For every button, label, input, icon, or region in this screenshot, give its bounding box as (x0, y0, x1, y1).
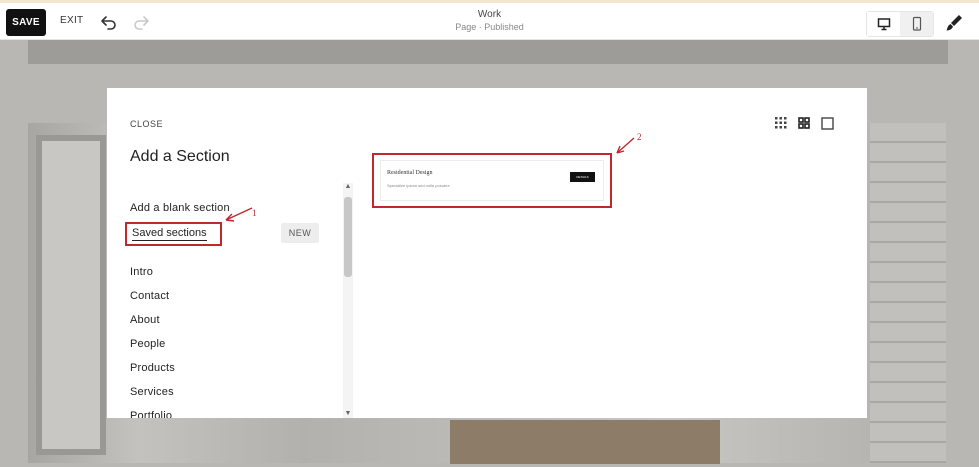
background-wall-image (870, 123, 946, 463)
scroll-thumb[interactable] (344, 197, 352, 277)
category-item-contact[interactable]: Contact (130, 290, 169, 302)
category-item-intro[interactable]: Intro (130, 266, 153, 278)
editor-toolbar: SAVE EXIT Work Page · Published (0, 0, 979, 40)
page-status: Page · Published (455, 22, 524, 32)
preview-heading: Residential Design (387, 170, 433, 176)
device-preview-toggle (866, 11, 934, 37)
background-cabinet-image (450, 420, 720, 464)
grid-large-view-button[interactable] (795, 114, 813, 132)
category-item-products[interactable]: Products (130, 362, 175, 374)
category-item-people[interactable]: People (130, 338, 165, 350)
desktop-icon (877, 18, 890, 31)
single-view-icon (820, 116, 834, 130)
category-scrollbar[interactable]: ▲ ▼ (343, 183, 353, 418)
mobile-icon (912, 16, 921, 31)
background-door-image (36, 135, 106, 455)
preview-button: DETAILS (570, 172, 595, 182)
add-section-modal: CLOSE Add a Section Add a blank section … (107, 88, 867, 418)
category-item-portfolio[interactable]: Portfolio (130, 410, 172, 418)
scroll-up-arrow-icon[interactable]: ▲ (343, 183, 353, 191)
background-header-image (28, 40, 948, 64)
annotation-arrow-1-icon (225, 207, 253, 222)
page-title: Work (477, 9, 502, 20)
saved-section-preview[interactable]: Residential Design Specialize ipsum sed … (372, 153, 612, 208)
style-brush-icon[interactable] (944, 13, 964, 33)
saved-sections-highlight: Saved sections (125, 222, 222, 246)
scroll-down-arrow-icon[interactable]: ▼ (343, 410, 353, 418)
annotation-arrow-2-icon (616, 137, 635, 154)
grid-large-icon (798, 117, 810, 129)
mobile-view-button[interactable] (900, 12, 933, 36)
modal-title: Add a Section (130, 148, 230, 165)
annotation-marker-2: 2 (637, 132, 642, 142)
grid-small-view-button[interactable] (772, 114, 790, 132)
preview-subtext: Specialize ipsum sed nulla posuere (387, 183, 450, 188)
grid-small-icon (775, 117, 787, 129)
single-view-button[interactable] (818, 114, 836, 132)
preview-thumbnail: Residential Design Specialize ipsum sed … (380, 160, 604, 201)
category-item-about[interactable]: About (130, 314, 160, 326)
desktop-view-button[interactable] (867, 12, 900, 36)
add-blank-section-link[interactable]: Add a blank section (130, 202, 230, 214)
new-section-button[interactable]: NEW (281, 223, 319, 243)
saved-sections-tab[interactable]: Saved sections (132, 227, 207, 241)
category-item-services[interactable]: Services (130, 386, 174, 398)
annotation-marker-1: 1 (252, 208, 257, 218)
close-button[interactable]: CLOSE (130, 119, 163, 129)
